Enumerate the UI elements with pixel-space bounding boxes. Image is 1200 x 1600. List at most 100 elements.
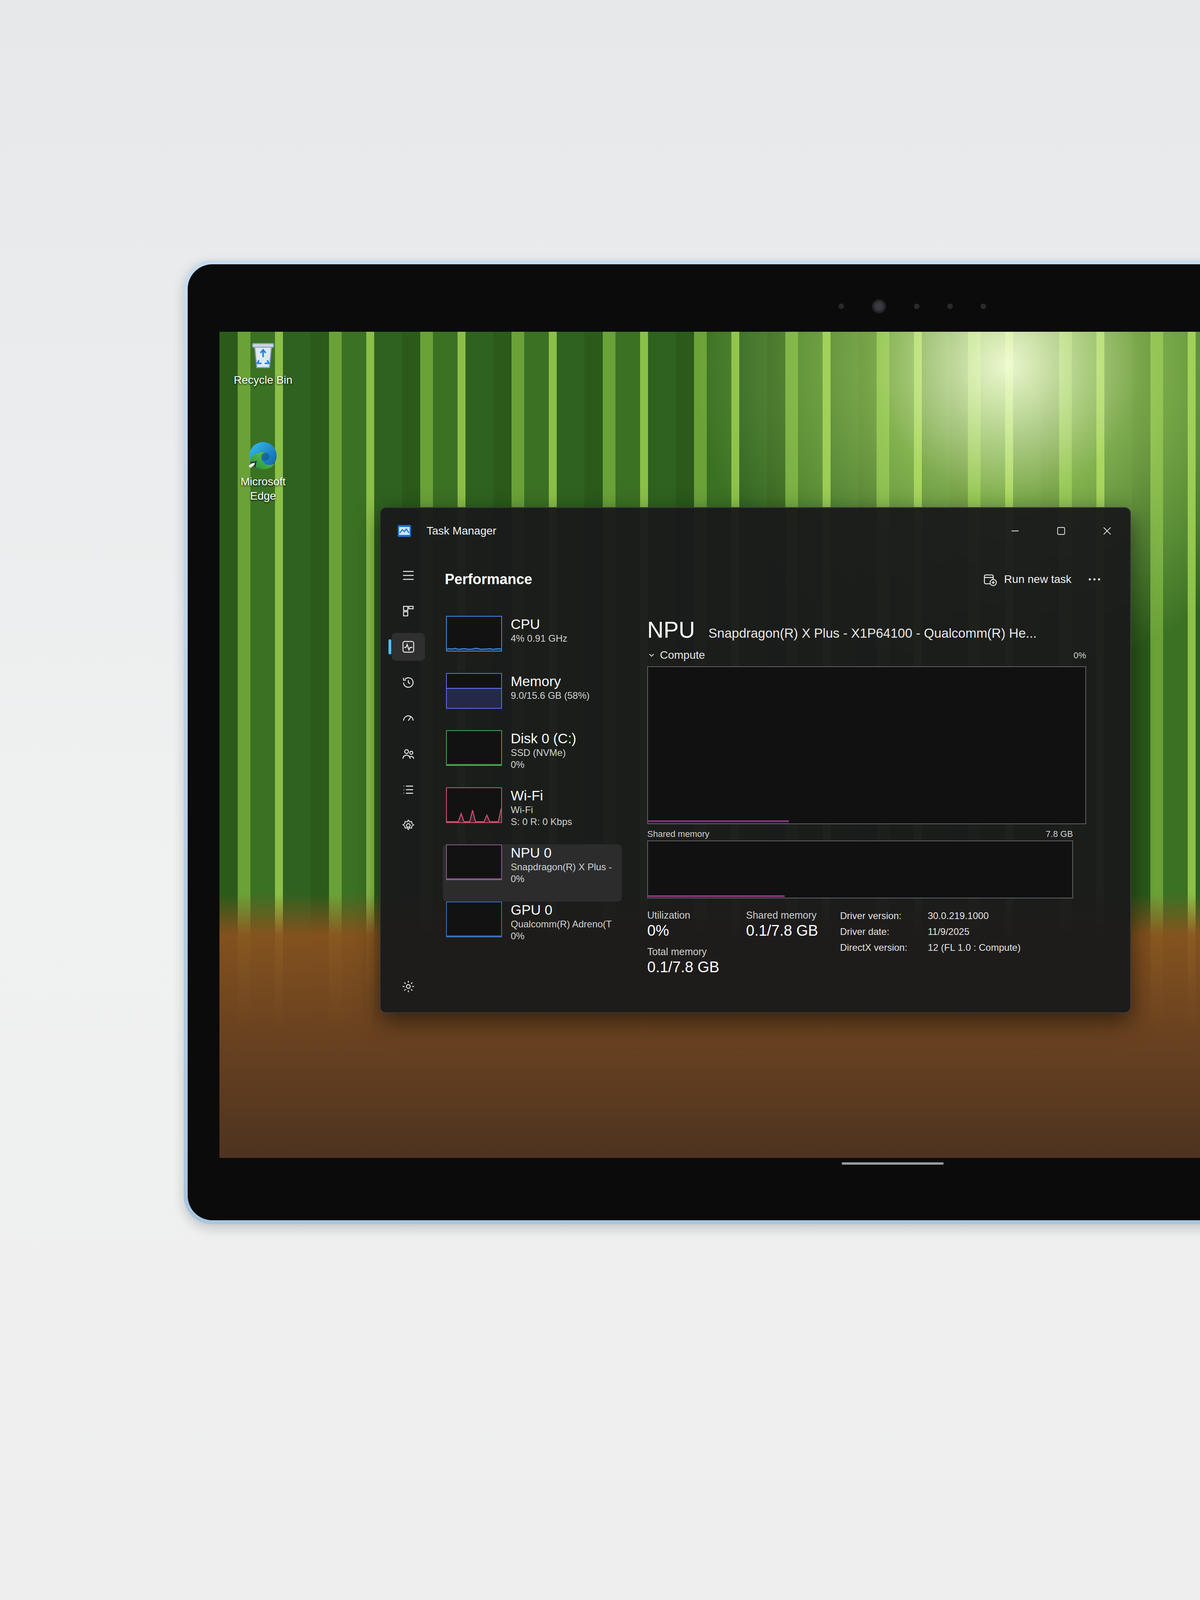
series-fill [648,821,789,824]
home-indicator [841,1162,944,1165]
nav-item[interactable] [380,807,437,844]
device-detail: 0% [510,758,577,771]
title-bar: Task Manager [380,507,1131,554]
compute-header: Compute 0% [647,644,1087,667]
minimize-icon[interactable] [992,515,1039,547]
stats-grid: Utilization0%Shared memory0.1/7.8 GBTota… [647,908,841,977]
series-fill [446,688,502,708]
series-line [648,895,785,897]
app-history-icon [391,668,425,697]
device-name: Disk 0 (C:) [510,730,577,747]
device-detail: 9.0/15.6 GB (58%) [510,689,590,702]
page-title: Performance [444,570,533,588]
device-thumbnail [446,901,502,938]
maximize-icon[interactable] [1038,515,1085,547]
shortcut-label: Recycle Bin [227,373,299,388]
device-detail: 0% [510,873,612,885]
sensor-icon [980,303,987,310]
shared-memory-label: Shared memory [647,827,710,841]
stats-row: Utilization0%Shared memory0.1/7.8 GBTota… [647,898,1087,977]
device-name: Wi-Fi [510,787,573,804]
desktop-shortcut[interactable]: Recycle Bin [227,337,299,388]
properties: Driver version:30.0.219.1000Driver date:… [840,908,1021,977]
property-value: 30.0.219.1000 [927,908,1021,924]
nav-item[interactable] [380,593,437,629]
shared-memory-max: 7.8 GB [1045,827,1073,841]
device-item[interactable]: Wi-FiWi-FiS: 0 R: 0 Kbps [442,787,622,845]
sensor-icon [947,303,953,310]
device-detail: 0% [510,930,612,943]
property-label: DirectX version: [840,940,928,955]
details-icon [391,775,425,804]
recycle-bin-icon [246,337,280,371]
stat-value: 0% [647,921,747,941]
menu-button[interactable] [380,557,437,594]
thumbnail-chart [446,902,502,937]
shared-memory-graph [648,841,1073,898]
device-thumbnail [446,673,502,709]
device-detail: Wi-Fi [510,803,573,816]
property-value: 12 (FL 1.0 : Compute) [927,940,1021,955]
device-name: CPU [510,615,568,633]
desktop-shortcut[interactable]: Microsoft Edge [227,438,299,504]
run-task-icon [982,571,998,587]
run-task-label: Run new task [1003,571,1072,588]
property-label: Driver date: [840,924,928,939]
compute-label[interactable]: Compute [659,646,706,664]
device-text: Wi-FiWi-FiS: 0 R: 0 Kbps [510,787,573,828]
nav-item[interactable] [380,664,437,701]
stat: Total memory0.1/7.8 GB [647,945,747,977]
camera-bar [838,299,987,314]
menu-icon [391,561,425,590]
compute-value: 0% [1073,648,1087,662]
series-fill [446,764,502,766]
nav-item[interactable] [380,700,437,737]
property-value: 11/9/2025 [927,924,1021,939]
shortcut-label: Microsoft Edge [227,474,299,504]
nav-item[interactable] [380,628,437,665]
settings-icon [391,972,425,1001]
device-detail: 4% 0.91 GHz [510,632,568,645]
detail-header: NPUSnapdragon(R) X Plus - X1P64100 - Qua… [647,615,1087,645]
series-fill [446,878,502,880]
thumbnail-chart [446,788,502,823]
device-text: Memory9.0/15.6 GB (58%) [510,673,590,702]
stat-label: Utilization [647,908,747,922]
nav-item[interactable] [380,736,437,772]
window-body: Performance Run new task CPU4% 0.91 GHz Mem… [380,553,1131,1013]
device-item[interactable]: CPU4% 0.91 GHz [442,615,622,674]
device-item[interactable]: Disk 0 (C:)SSD (NVMe)0% [442,730,622,788]
task-manager-window: Task Manager Performance Run new task CPU4%… [379,507,1131,1014]
series-line [446,808,502,822]
window-controls [992,515,1131,547]
device-detail-panel: NPUSnapdragon(R) X Plus - X1P64100 - Qua… [647,615,1087,977]
device-detail: Qualcomm(R) Adreno(T [510,918,612,931]
sensor-icon [838,303,845,310]
device-thumbnail [446,730,502,766]
series-line [446,763,502,766]
scene: Recycle Bin Microsoft Edge Task Manager Per… [0,0,1200,1225]
close-icon[interactable] [1084,515,1131,547]
performance-content: CPU4% 0.91 GHz Memory9.0/15.6 GB (58%) Dis… [436,605,1111,977]
thumbnail-chart [446,616,502,651]
device-text: CPU4% 0.91 GHz [510,615,568,645]
camera-icon [871,299,887,314]
device-detail: S: 0 R: 0 Kbps [510,815,573,828]
stat-label: Total memory [647,945,747,959]
device-text: NPU 0Snapdragon(R) X Plus -0% [510,844,612,885]
nav-item[interactable] [380,771,437,808]
more-icon[interactable] [1078,565,1111,594]
run-new-task-button[interactable]: Run new task [975,567,1079,592]
device-item[interactable]: NPU 0Snapdragon(R) X Plus -0% [442,844,622,902]
shared-memory-header: Shared memory 7.8 GB [647,824,1074,841]
window-title: Task Manager [426,522,497,540]
device-item[interactable]: Memory9.0/15.6 GB (58%) [442,673,622,731]
settings-button[interactable] [380,968,437,1005]
detail-device-name: Snapdragon(R) X Plus - X1P64100 - Qualco… [708,623,1037,644]
series-line [446,648,502,650]
tablet-bezel: Recycle Bin Microsoft Edge Task Manager Per… [187,264,1200,1221]
page-header: Performance Run new task [436,553,1111,606]
device-list: CPU4% 0.91 GHz Memory9.0/15.6 GB (58%) Dis… [436,615,622,977]
device-item[interactable]: GPU 0Qualcomm(R) Adreno(T0% [442,901,622,959]
compute-chart [647,666,1087,825]
